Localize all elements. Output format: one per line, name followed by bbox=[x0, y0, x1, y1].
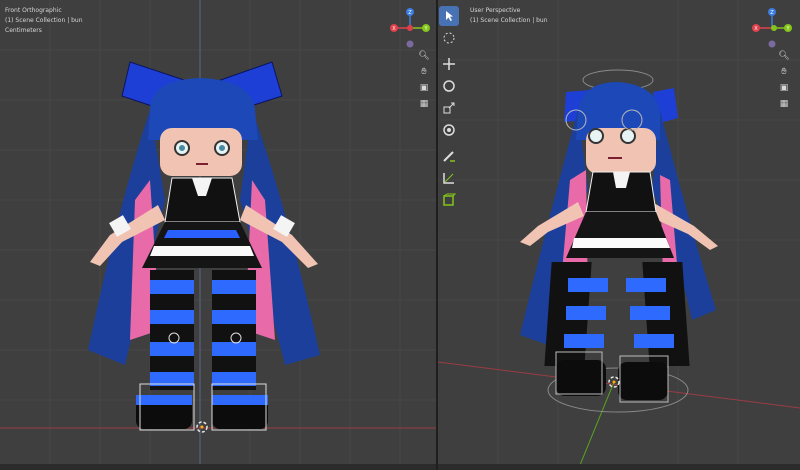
character-model-front[interactable] bbox=[0, 0, 436, 470]
navigation-gizmo[interactable]: Z Y X bbox=[750, 6, 794, 50]
scale-tool[interactable] bbox=[439, 98, 459, 118]
annotate-tool[interactable] bbox=[439, 146, 459, 166]
scene-collection-label: (1) Scene Collection | bun bbox=[470, 17, 548, 24]
zoom-icon[interactable]: 🔍︎ bbox=[778, 50, 790, 62]
transform-tool[interactable] bbox=[439, 120, 459, 140]
cursor-tool[interactable] bbox=[439, 28, 459, 48]
navigation-buttons: 🔍︎ ✋︎ ▣ ▦ bbox=[778, 50, 790, 114]
move-tool[interactable] bbox=[439, 54, 459, 74]
units-label: Centimeters bbox=[5, 27, 42, 34]
scene-collection-label: (1) Scene Collection | bun bbox=[5, 17, 83, 24]
measure-tool[interactable] bbox=[439, 168, 459, 188]
select-box-tool[interactable] bbox=[439, 6, 459, 26]
scale-icon bbox=[443, 102, 455, 114]
x-axis-label: X bbox=[754, 26, 758, 32]
status-strip bbox=[0, 464, 436, 470]
move-arrows-icon bbox=[443, 58, 455, 70]
hand-pan-icon[interactable]: ✋︎ bbox=[778, 66, 790, 78]
camera-icon[interactable]: ▣ bbox=[778, 82, 790, 94]
rotate-icon bbox=[443, 80, 455, 92]
navigation-buttons: 🔍︎ ✋︎ ▣ ▦ bbox=[418, 50, 430, 114]
add-cube-tool[interactable] bbox=[439, 190, 459, 210]
zoom-icon[interactable]: 🔍︎ bbox=[418, 50, 430, 62]
character-model-perspective[interactable] bbox=[438, 0, 800, 470]
grid-icon[interactable]: ▦ bbox=[778, 98, 790, 110]
tool-shelf bbox=[438, 6, 460, 212]
viewport-front-orthographic[interactable]: Front Orthographic (1) Scene Collection … bbox=[0, 0, 436, 470]
cube-add-icon bbox=[443, 193, 456, 206]
viewport-info-overlay: User Perspective (1) Scene Collection | … bbox=[470, 6, 548, 26]
ruler-icon bbox=[443, 173, 454, 184]
transform-icon bbox=[443, 124, 455, 136]
viewport-user-perspective[interactable]: User Perspective (1) Scene Collection | … bbox=[438, 0, 800, 470]
view-name: Front Orthographic bbox=[5, 7, 62, 14]
cursor-arrow-icon bbox=[446, 11, 453, 21]
z-axis-label: Z bbox=[770, 10, 774, 16]
z-axis-label: Z bbox=[408, 10, 412, 16]
status-strip bbox=[438, 464, 800, 470]
dashed-circle-icon bbox=[443, 32, 455, 44]
grid-icon[interactable]: ▦ bbox=[418, 98, 430, 110]
viewport-info-overlay: Front Orthographic (1) Scene Collection … bbox=[5, 6, 83, 36]
hand-pan-icon[interactable]: ✋︎ bbox=[418, 66, 430, 78]
pencil-icon bbox=[443, 151, 455, 162]
x-axis-label: X bbox=[392, 26, 396, 32]
camera-icon[interactable]: ▣ bbox=[418, 82, 430, 94]
rotate-tool[interactable] bbox=[439, 76, 459, 96]
view-name: User Perspective bbox=[470, 7, 521, 14]
navigation-gizmo[interactable]: Z Y X bbox=[388, 6, 432, 50]
